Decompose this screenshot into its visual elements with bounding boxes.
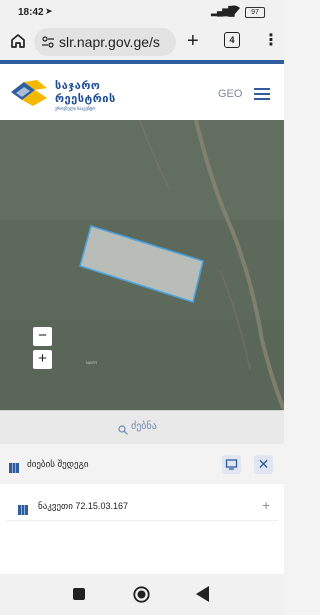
tab-switcher-button[interactable]: 4 [224,32,240,48]
search-label: ძებნა [131,421,157,432]
monitor-icon [225,459,238,470]
map-book-icon [9,460,19,473]
print-button[interactable] [222,455,241,474]
results-panel: ნაკვეთი 72.15.03.167 + [0,484,284,574]
browser-toolbar: slr.napr.gov.ge/s + 4 ⋮ [0,24,284,60]
battery-icon: 97 [245,7,265,18]
hamburger-menu-icon[interactable] [254,88,270,101]
system-nav-bar [0,574,284,615]
napr-logo-icon[interactable] [11,80,49,111]
language-switcher[interactable]: GEO [218,88,242,100]
navigation-icon: ➤ [45,6,53,16]
expand-icon[interactable]: + [262,497,270,513]
home-button[interactable] [133,586,150,603]
status-bar: 18:42 ➤ ▂▄▆█ 97 [0,0,284,24]
results-title: ძიების შედეგი [27,459,89,469]
browser-menu-button[interactable]: ⋮ [263,31,279,51]
url-text[interactable]: slr.napr.gov.ge/s [59,34,160,50]
new-tab-button[interactable]: + [187,31,199,51]
site-settings-icon[interactable] [41,35,55,49]
results-header: ძიების შედეგი ✕ [0,444,284,484]
map-watermark: NAPR [86,360,98,365]
wifi-icon [228,5,240,18]
parcel-icon [18,502,28,515]
list-item[interactable]: ნაკვეთი 72.15.03.167 + [6,492,278,521]
recents-button[interactable] [73,588,85,600]
status-time: 18:42 [18,7,44,18]
search-toggle[interactable]: ძებნა [0,410,284,445]
back-button[interactable] [196,586,210,602]
close-results-button[interactable]: ✕ [254,455,273,474]
site-header: საჯარო რეესტრის ეროვნული სააგენტო GEO [0,60,284,120]
home-icon[interactable] [9,32,27,50]
logo-text-line1: საჯარო [55,80,101,92]
address-bar[interactable]: slr.napr.gov.ge/s [34,28,176,56]
logo-text-line3: ეროვნული სააგენტო [55,106,96,111]
parcel-label[interactable]: ნაკვეთი 72.15.03.167 [38,501,128,512]
logo-text-line2: რეესტრის [55,93,116,105]
zoom-in-button[interactable]: + [33,350,52,369]
zoom-out-button[interactable]: − [33,327,52,346]
search-icon [118,422,128,435]
